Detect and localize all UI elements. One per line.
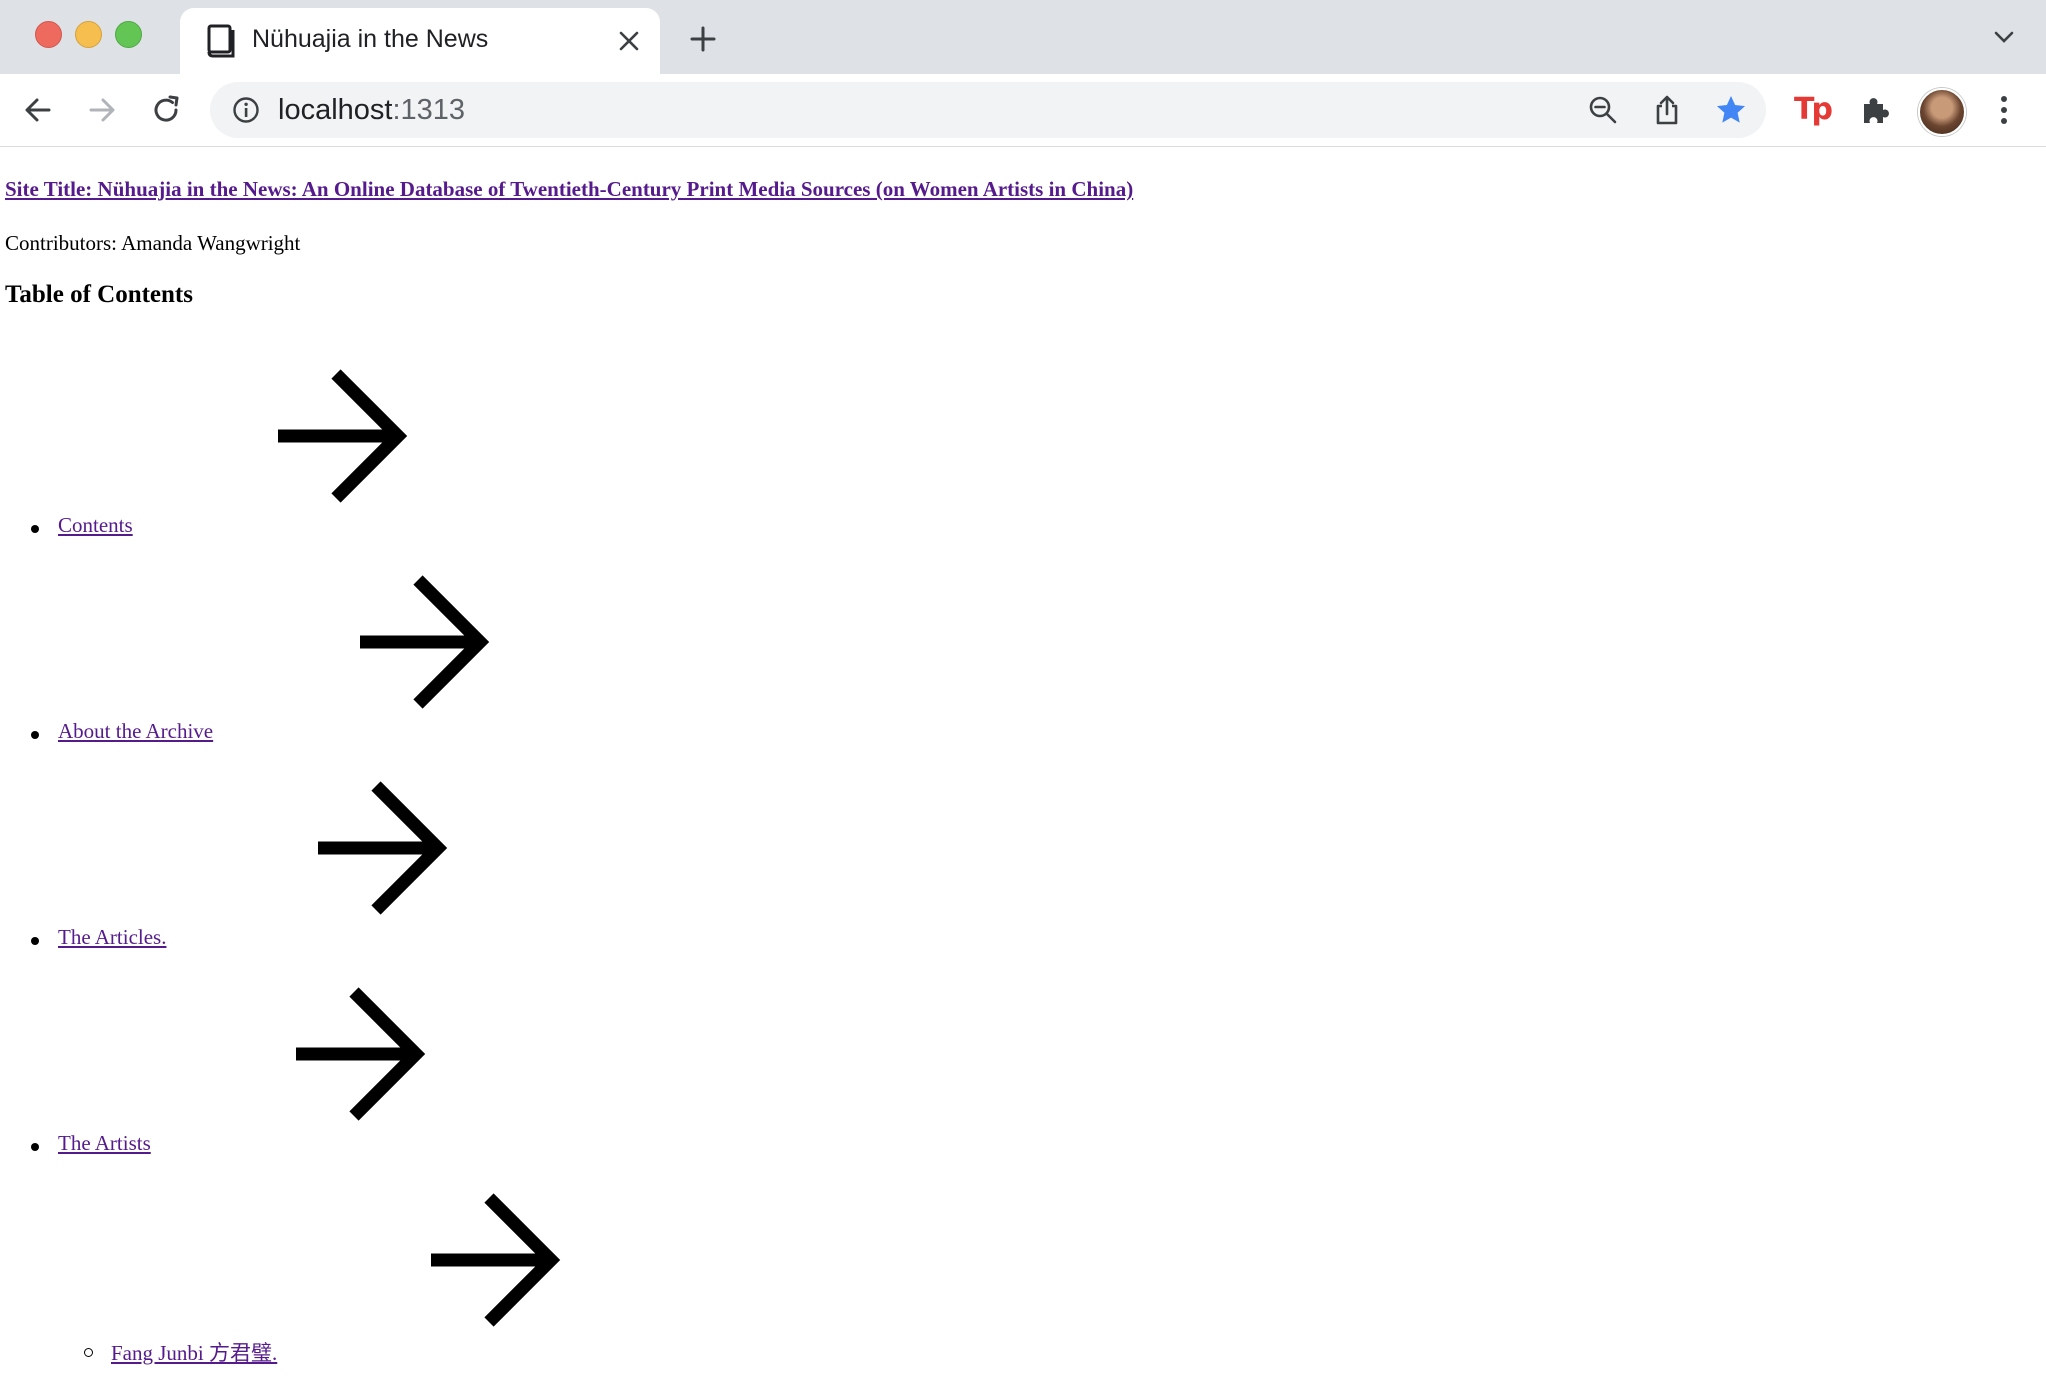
arrow-right-icon: [318, 781, 448, 915]
contributors: Contributors: Amanda Wangwright: [5, 231, 301, 255]
arrow-right-icon: [360, 575, 490, 709]
close-icon[interactable]: [618, 30, 640, 52]
toc-link-contents[interactable]: Contents: [58, 513, 133, 538]
toc-heading: Table of Contents: [5, 281, 193, 308]
plus-icon[interactable]: [690, 26, 716, 52]
url-port: :1313: [392, 94, 466, 126]
reload-icon[interactable]: [150, 94, 182, 126]
list-bullet: [31, 1143, 39, 1151]
list-bullet: [84, 1348, 93, 1357]
list-bullet: [31, 731, 39, 739]
window-minimize-button[interactable]: [75, 21, 102, 48]
toc-link-about-the-archive[interactable]: About the Archive: [58, 719, 213, 744]
browser-tab-bar: Nühuajia in the News: [0, 0, 2046, 74]
page-content: Site Title: Nühuajia in the News: An Onl…: [0, 147, 2046, 1394]
window-close-button[interactable]: [35, 21, 62, 48]
toc-link-the-artists[interactable]: The Artists: [58, 1131, 151, 1156]
book-icon: [207, 24, 235, 58]
browser-toolbar: localhost:1313 Tp: [0, 74, 2046, 147]
address-bar[interactable]: localhost:1313: [210, 82, 1766, 138]
puzzle-icon[interactable]: [1858, 92, 1894, 128]
tp-extension-icon[interactable]: Tp: [1794, 92, 1833, 128]
list-bullet: [31, 937, 39, 945]
star-icon[interactable]: [1715, 94, 1747, 126]
site-title-link[interactable]: Site Title: Nühuajia in the News: An Onl…: [5, 177, 1133, 202]
avatar[interactable]: [1918, 88, 1966, 136]
arrow-right-icon: [278, 369, 408, 503]
chevron-down-icon[interactable]: [1993, 30, 2015, 44]
toc-link-fang-junbi[interactable]: Fang Junbi 方君璧.: [111, 1337, 277, 1367]
arrow-right-icon[interactable]: [86, 94, 118, 126]
browser-tab-active[interactable]: Nühuajia in the News: [180, 8, 660, 74]
url-text[interactable]: localhost:1313: [278, 94, 465, 127]
arrow-right-icon: [296, 987, 426, 1121]
arrow-left-icon[interactable]: [22, 94, 54, 126]
tab-title: Nühuajia in the News: [252, 25, 489, 53]
list-bullet: [31, 525, 39, 533]
share-icon[interactable]: [1651, 94, 1683, 126]
window-zoom-button[interactable]: [115, 21, 142, 48]
kebab-menu-icon[interactable]: [1986, 92, 2022, 128]
arrow-right-icon: [431, 1193, 561, 1327]
info-icon[interactable]: [232, 96, 260, 124]
toc-link-the-articles[interactable]: The Articles.: [58, 925, 166, 950]
url-host: localhost: [278, 94, 393, 126]
zoom-out-icon[interactable]: [1587, 94, 1619, 126]
